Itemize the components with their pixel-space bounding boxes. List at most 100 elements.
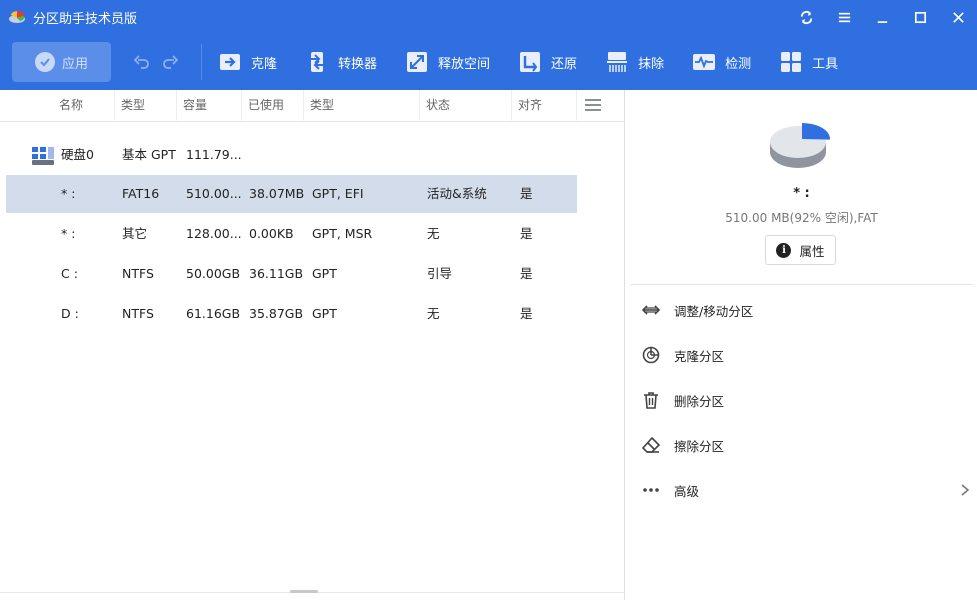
partition-capacity: 510.00...: [186, 186, 242, 201]
partition-used: 0.00KB: [249, 226, 294, 241]
more-icon: [643, 488, 659, 492]
toolbar-converter-label: 转换器: [338, 56, 378, 72]
info-icon: i: [776, 242, 792, 258]
close-button[interactable]: [939, 0, 977, 34]
partition-name: * :: [61, 226, 76, 241]
menu-button[interactable]: [825, 0, 863, 34]
col-name[interactable]: 名称: [53, 90, 115, 122]
hamburger-icon: [838, 12, 850, 22]
table-row[interactable]: * : FAT16 510.00... 38.07MB GPT, EFI 活动&…: [6, 175, 577, 213]
advanced-action[interactable]: 高级: [640, 475, 970, 505]
eraser-icon: [641, 436, 661, 453]
tools-icon: [781, 52, 802, 72]
partition-type: NTFS: [122, 266, 154, 281]
partition-type: 其它: [122, 226, 148, 241]
selected-partition-name: * :: [793, 186, 810, 201]
clone-partition-icon: [642, 346, 660, 364]
delete-partition-label: 删除分区: [674, 393, 725, 409]
partition-fs: GPT: [312, 306, 337, 321]
properties-label: 属性: [799, 243, 825, 259]
details-separator: [630, 284, 973, 285]
title-bar: 分区助手技术员版: [0, 0, 977, 34]
toolbar-restore-label: 还原: [551, 56, 578, 72]
toolbar-free-space-label: 释放空间: [438, 56, 491, 72]
trash-icon: [644, 392, 658, 409]
partition-status: 活动&系统: [427, 186, 487, 201]
toolbar-wipe-label: 抹除: [638, 56, 665, 72]
partition-type: NTFS: [122, 306, 154, 321]
column-settings-icon[interactable]: [585, 98, 601, 112]
wipe-partition-action[interactable]: 擦除分区: [640, 430, 970, 460]
col-used[interactable]: 已使用: [242, 90, 304, 122]
splitter-handle[interactable]: [290, 590, 318, 593]
refresh-icon: [800, 10, 812, 24]
toolbar-converter-button[interactable]: 转换器: [305, 42, 377, 82]
main-toolbar: 应用 克隆 转换器 释放空间 还原 抹除 检测 工具: [0, 34, 977, 90]
partition-fs: GPT, MSR: [312, 226, 373, 241]
toolbar-separator: [201, 44, 202, 80]
table-row[interactable]: D : NTFS 61.16GB 35.87GB GPT 无 是: [6, 295, 577, 333]
usage-pie-chart: [770, 123, 830, 168]
close-icon: [952, 11, 964, 23]
partition-used: 36.11GB: [249, 266, 304, 281]
check-icon: [693, 54, 716, 70]
partition-status: 无: [427, 306, 440, 321]
app-title: 分区助手技术员版: [33, 11, 138, 27]
toolbar-wipe-button[interactable]: 抹除: [605, 42, 664, 82]
disk-type: 基本 GPT: [122, 147, 176, 162]
free-space-icon: [407, 52, 428, 72]
apply-button[interactable]: 应用: [12, 42, 111, 82]
maximize-button[interactable]: [901, 0, 939, 34]
col-align[interactable]: 对齐: [512, 90, 577, 122]
toolbar-clone-button[interactable]: 克隆: [218, 42, 277, 82]
partition-capacity: 61.16GB: [186, 306, 241, 321]
toolbar-free-space-button[interactable]: 释放空间: [405, 42, 490, 82]
disk-name: 硬盘0: [61, 147, 94, 162]
check-circle-icon: [34, 52, 55, 72]
minimize-icon: [877, 20, 887, 23]
partition-used: 35.87GB: [249, 306, 304, 321]
partition-capacity: 50.00GB: [186, 266, 241, 281]
clone-partition-action[interactable]: 克隆分区: [640, 340, 970, 370]
partition-align: 是: [520, 306, 533, 321]
maximize-icon: [914, 11, 926, 23]
convert-icon: [307, 52, 328, 72]
wipe-partition-label: 擦除分区: [674, 438, 725, 454]
table-row[interactable]: C : NTFS 50.00GB 36.11GB GPT 引导 是: [6, 255, 577, 293]
toolbar-check-button[interactable]: 检测: [692, 42, 751, 82]
partition-name: D :: [61, 306, 79, 321]
minimize-button[interactable]: [863, 0, 901, 34]
toolbar-restore-button[interactable]: 还原: [518, 42, 577, 82]
app-logo-icon: [9, 10, 25, 23]
partition-name: * :: [61, 186, 76, 201]
col-type[interactable]: 类型: [115, 90, 177, 122]
delete-partition-action[interactable]: 删除分区: [640, 385, 970, 415]
resize-move-label: 调整/移动分区: [674, 303, 754, 319]
refresh-button[interactable]: [787, 0, 825, 34]
col-capacity[interactable]: 容量: [177, 90, 242, 122]
disk-icon: [32, 147, 54, 165]
wipe-icon: [607, 52, 628, 72]
resize-move-partition-action[interactable]: 调整/移动分区: [640, 295, 970, 325]
properties-button[interactable]: i 属性: [765, 235, 836, 265]
partition-align: 是: [520, 266, 533, 281]
partition-name: C :: [61, 266, 78, 281]
advanced-label: 高级: [674, 483, 700, 499]
partition-status: 无: [427, 226, 440, 241]
col-fs-type[interactable]: 类型: [304, 90, 420, 122]
resize-move-icon: [641, 305, 661, 315]
partition-list-pane: 名称 类型 容量 已使用 类型 状态 对齐 硬盘0 基本 GPT 111.79.…: [0, 90, 625, 600]
toolbar-tools-button[interactable]: 工具: [779, 42, 838, 82]
undo-icon[interactable]: [133, 53, 151, 71]
chevron-right-icon: [961, 484, 970, 496]
col-status[interactable]: 状态: [420, 90, 512, 122]
partition-align: 是: [520, 226, 533, 241]
table-row[interactable]: * : 其它 128.00... 0.00KB GPT, MSR 无 是: [6, 215, 577, 253]
redo-icon[interactable]: [161, 53, 179, 71]
partition-capacity: 128.00...: [186, 226, 242, 241]
details-pane: * : 510.00 MB(92% 空闲),FAT i 属性 调整/移动分区 克…: [626, 90, 977, 600]
partition-align: 是: [520, 186, 533, 201]
disk-row[interactable]: 硬盘0 基本 GPT 111.79...: [6, 136, 577, 174]
toolbar-check-label: 检测: [725, 56, 752, 72]
partition-fs: GPT: [312, 266, 337, 281]
